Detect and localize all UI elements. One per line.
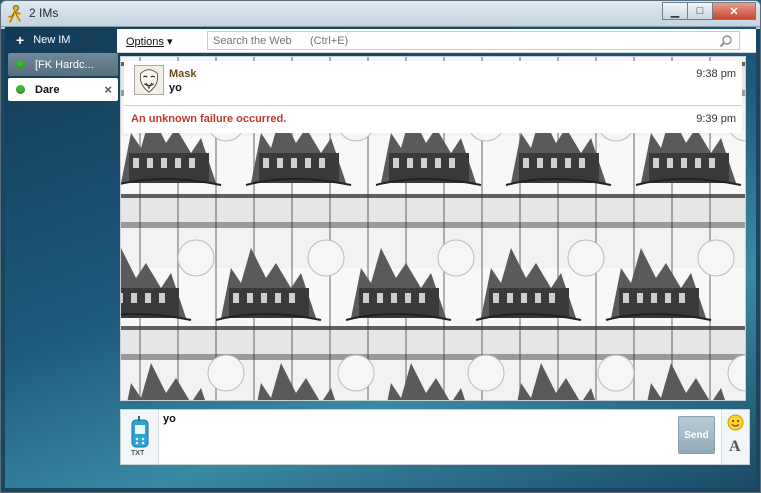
search-icon[interactable] <box>719 34 733 48</box>
close-tab-icon[interactable]: × <box>104 82 112 97</box>
minimize-icon: ▁ <box>670 5 680 18</box>
message-timestamp: 9:38 pm <box>696 68 736 80</box>
online-status-icon <box>16 85 25 94</box>
new-im-button[interactable]: + New IM <box>8 29 118 51</box>
chevron-down-icon: ▾ <box>166 36 173 48</box>
compose-area: TXT Send A <box>120 409 750 465</box>
options-label: Options <box>126 36 164 48</box>
smiley-icon[interactable] <box>727 414 744 431</box>
mobile-phone-icon <box>131 416 149 448</box>
formatting-tools: A <box>721 410 749 464</box>
background-wallpaper <box>121 133 745 400</box>
aim-running-man-icon <box>7 5 22 23</box>
window-client-area: + New IM [FK Hardc... Dare × Options ▾ S… <box>5 27 756 488</box>
close-icon: ✕ <box>729 5 739 18</box>
window-controls: ▁ □ ✕ <box>662 2 756 20</box>
haunted-house-wallpaper-image <box>121 133 745 400</box>
message-panel: Mask yo 9:38 pm An unknown failure occur… <box>124 61 742 133</box>
window-title: 2 IMs <box>29 6 59 20</box>
title-bar[interactable]: 2 IMs ▁ □ ✕ <box>1 1 760 27</box>
online-status-icon <box>16 60 25 69</box>
im-tab-fk-hardc[interactable]: [FK Hardc... <box>8 53 118 76</box>
conversation-toolbar: Options ▾ <box>117 29 756 53</box>
font-icon[interactable]: A <box>729 438 741 456</box>
send-text-message-button[interactable]: TXT <box>121 410 159 464</box>
message-divider <box>124 105 742 106</box>
send-button[interactable]: Send <box>678 416 715 454</box>
conversation-history[interactable]: Mask yo 9:38 pm An unknown failure occur… <box>120 56 746 401</box>
mask-avatar <box>134 65 164 95</box>
new-im-label: New IM <box>33 34 71 46</box>
message-input[interactable] <box>163 413 673 461</box>
conversation-pane: Options ▾ Search the Web (Ctrl+E) Mask y… <box>117 29 756 488</box>
error-message: An unknown failure occurred. <box>131 113 287 125</box>
message-text: yo <box>169 82 182 94</box>
im-tab-dare[interactable]: Dare × <box>8 78 118 101</box>
options-menu[interactable]: Options ▾ <box>126 35 173 48</box>
im-window: 2 IMs ▁ □ ✕ + New IM [FK Hardc... Dare × <box>0 0 761 493</box>
send-label: Send <box>684 429 709 441</box>
im-tab-label: [FK Hardc... <box>35 58 94 71</box>
maximize-icon: □ <box>696 5 704 17</box>
message-sender: Mask <box>169 68 197 80</box>
error-timestamp: 9:39 pm <box>696 113 736 125</box>
im-tab-label: Dare <box>35 83 60 96</box>
maximize-button[interactable]: □ <box>687 2 713 20</box>
plus-icon: + <box>16 32 25 48</box>
txt-label: TXT <box>131 450 145 457</box>
im-tab-sidebar: + New IM [FK Hardc... Dare × <box>8 29 118 101</box>
web-search-box <box>207 31 740 50</box>
web-search-input[interactable] <box>208 32 739 49</box>
close-window-button[interactable]: ✕ <box>712 2 756 20</box>
minimize-button[interactable]: ▁ <box>662 2 688 20</box>
